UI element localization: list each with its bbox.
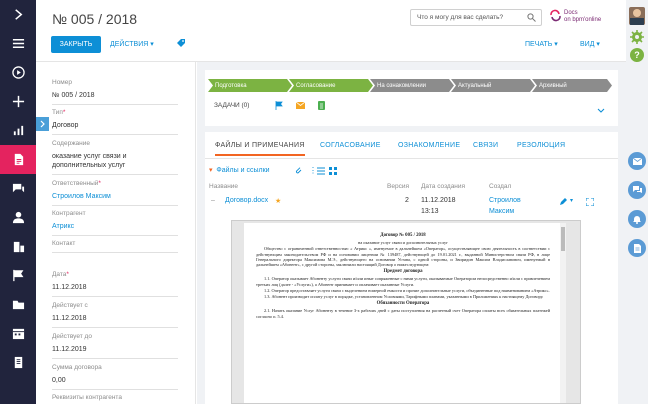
files-section-label[interactable]: Файлы и ссылки (216, 167, 269, 174)
file-author-2[interactable]: Максим (489, 208, 514, 215)
logo-text: Docs on bpm'online (564, 10, 602, 23)
calendar-icon[interactable] (0, 319, 36, 348)
field-content[interactable]: Содержание оказание услуг связи и дополни… (52, 140, 178, 175)
field-valid-from[interactable]: Действует с 11.12.2018 (52, 302, 178, 328)
menu-icon[interactable] (0, 29, 36, 58)
logo-icon (550, 9, 561, 22)
chevron-right-icon (40, 120, 45, 128)
chart-icon[interactable] (0, 116, 36, 145)
view-button[interactable]: ВИД ▾ (580, 40, 600, 48)
field-counterparty[interactable]: Контрагент Атрикс (52, 210, 178, 236)
doc-scrollbar[interactable] (560, 223, 566, 403)
left-nav (0, 0, 36, 404)
help-icon[interactable]: ? (630, 48, 644, 62)
bell-icon[interactable] (628, 210, 646, 228)
field-contact[interactable]: Контакт (52, 240, 178, 253)
building-icon[interactable] (0, 232, 36, 261)
document-page: Договор № 005 / 2018 на оказание услуг с… (244, 223, 562, 403)
right-nav: ? (626, 0, 648, 404)
row-toggle[interactable]: – (211, 197, 215, 204)
close-button[interactable]: ЗАКРЫТЬ (51, 36, 101, 53)
tag-icon[interactable] (176, 38, 186, 48)
gear-icon[interactable] (630, 30, 644, 44)
chat-icon[interactable] (0, 174, 36, 203)
mail-icon[interactable] (296, 102, 305, 109)
page-title: № 005 / 2018 (52, 11, 138, 27)
collapse-nav-icon[interactable] (0, 0, 36, 29)
col-version[interactable]: Версия (387, 183, 409, 190)
report-icon[interactable] (0, 348, 36, 377)
call-icon[interactable] (318, 101, 325, 110)
doc-heading: Предмет договора (383, 269, 423, 275)
star-icon[interactable]: ★ (275, 197, 281, 205)
content-area: Подготовка Согласование На ознакомлении … (197, 62, 626, 404)
tab-links[interactable]: СВЯЗИ (473, 142, 498, 149)
play-icon[interactable] (0, 58, 36, 87)
tab-resolution[interactable]: РЕЗОЛЮЦИЯ (517, 142, 565, 149)
tile-view-icon[interactable] (329, 167, 337, 175)
search-icon[interactable] (527, 13, 536, 22)
field-amount[interactable]: Сумма договора 0,00 (52, 364, 178, 390)
chat-icon[interactable] (628, 181, 646, 199)
avatar[interactable] (629, 7, 645, 25)
doc-paragraph: 1.3. Абонент производит оплату услуг в п… (264, 294, 544, 300)
field-requisites[interactable]: Реквизиты контрагента (52, 394, 178, 401)
col-name[interactable]: Название (209, 183, 238, 190)
field-responsible[interactable]: Ответственный* Строилов Максим (52, 180, 178, 206)
fields-panel: Номер № 005 / 2018 Тип* Договор Содержание… (36, 62, 196, 404)
doc-paragraph: 2.1. Начать оказание Услуг Абоненту в те… (256, 308, 550, 319)
attach-icon[interactable] (295, 167, 303, 175)
doc-paragraph: Общество с ограниченной ответственностью… (256, 246, 550, 268)
expand-icon[interactable] (586, 198, 594, 206)
mail-icon[interactable] (628, 152, 646, 170)
stage-archive[interactable]: Архивный (532, 79, 612, 92)
doc-heading: Обязанности Оператора (376, 301, 430, 307)
search-input[interactable]: Что я могу для вас сделать? (410, 9, 542, 26)
file-name-link[interactable]: Договор.docx (225, 197, 268, 204)
doc-icon[interactable] (628, 239, 646, 257)
main-area: № 005 / 2018 Что я могу для вас сделать?… (36, 0, 626, 404)
stage-actual[interactable]: Актуальный (451, 79, 535, 92)
document-icon[interactable] (0, 145, 36, 174)
file-time: 13:13 (421, 208, 439, 215)
flag-icon[interactable] (275, 101, 283, 110)
stage-approval[interactable]: Согласование (289, 79, 373, 92)
plus-icon[interactable] (0, 87, 36, 116)
user-icon[interactable] (0, 203, 36, 232)
col-created[interactable]: Дата создания (421, 183, 465, 190)
field-date[interactable]: Дата* 11.12.2018 (52, 271, 178, 297)
file-date: 11.12.2018 (421, 197, 456, 204)
doc-subtitle: на оказание услуг связи и дополнительных… (358, 240, 448, 246)
col-author[interactable]: Создал (489, 183, 511, 190)
file-version: 2 (405, 197, 409, 204)
more-icon[interactable]: ⋮ (309, 166, 317, 175)
tab-files[interactable]: ФАЙЛЫ И ПРИМЕЧАНИЯ (215, 142, 305, 156)
doc-title: Договор № 005 / 2018 (380, 233, 426, 238)
document-preview[interactable]: Договор № 005 / 2018 на оказание услуг с… (231, 220, 581, 404)
print-button[interactable]: ПЕЧАТЬ ▾ (525, 40, 558, 48)
edit-icon[interactable] (559, 198, 567, 206)
actions-button[interactable]: ДЕЙСТВИЯ ▾ (110, 40, 154, 48)
chevron-down-icon[interactable] (597, 108, 605, 114)
file-author[interactable]: Строилов (489, 197, 521, 204)
tasks-label[interactable]: ЗАДАЧИ (0) (214, 102, 249, 109)
panel-collapse-button[interactable] (36, 117, 49, 131)
stage-preparation[interactable]: Подготовка (208, 79, 292, 92)
tabs-panel: ФАЙЛЫ И ПРИМЕЧАНИЯ СОГЛАСОВАНИЕ ОЗНАКОМЛ… (205, 132, 618, 404)
files-section-header[interactable]: ▾ Файлы и ссылки (209, 166, 270, 174)
doc-paragraph: 1.2. Оператор предоставляет услуги связи… (264, 287, 550, 293)
field-type[interactable]: Тип* Договор (52, 109, 178, 135)
doc-paragraph: 1.1. Оператор оказывает Абоненту услуги … (256, 276, 550, 287)
tab-approval[interactable]: СОГЛАСОВАНИЕ (320, 142, 381, 149)
tab-review[interactable]: ОЗНАКОМЛЕНИЕ (398, 142, 460, 149)
stage-panel: Подготовка Согласование На ознакомлении … (205, 70, 618, 126)
field-valid-to[interactable]: Действует до 11.12.2019 (52, 333, 178, 359)
field-number[interactable]: Номер № 005 / 2018 (52, 79, 178, 105)
edit-dropdown-icon[interactable]: ▾ (570, 197, 573, 204)
stage-review[interactable]: На ознакомлении (370, 79, 454, 92)
page-header: № 005 / 2018 Что я могу для вас сделать?… (36, 0, 626, 62)
flag-icon[interactable] (0, 261, 36, 290)
list-view-icon[interactable] (317, 167, 325, 175)
folder-icon[interactable] (0, 290, 36, 319)
